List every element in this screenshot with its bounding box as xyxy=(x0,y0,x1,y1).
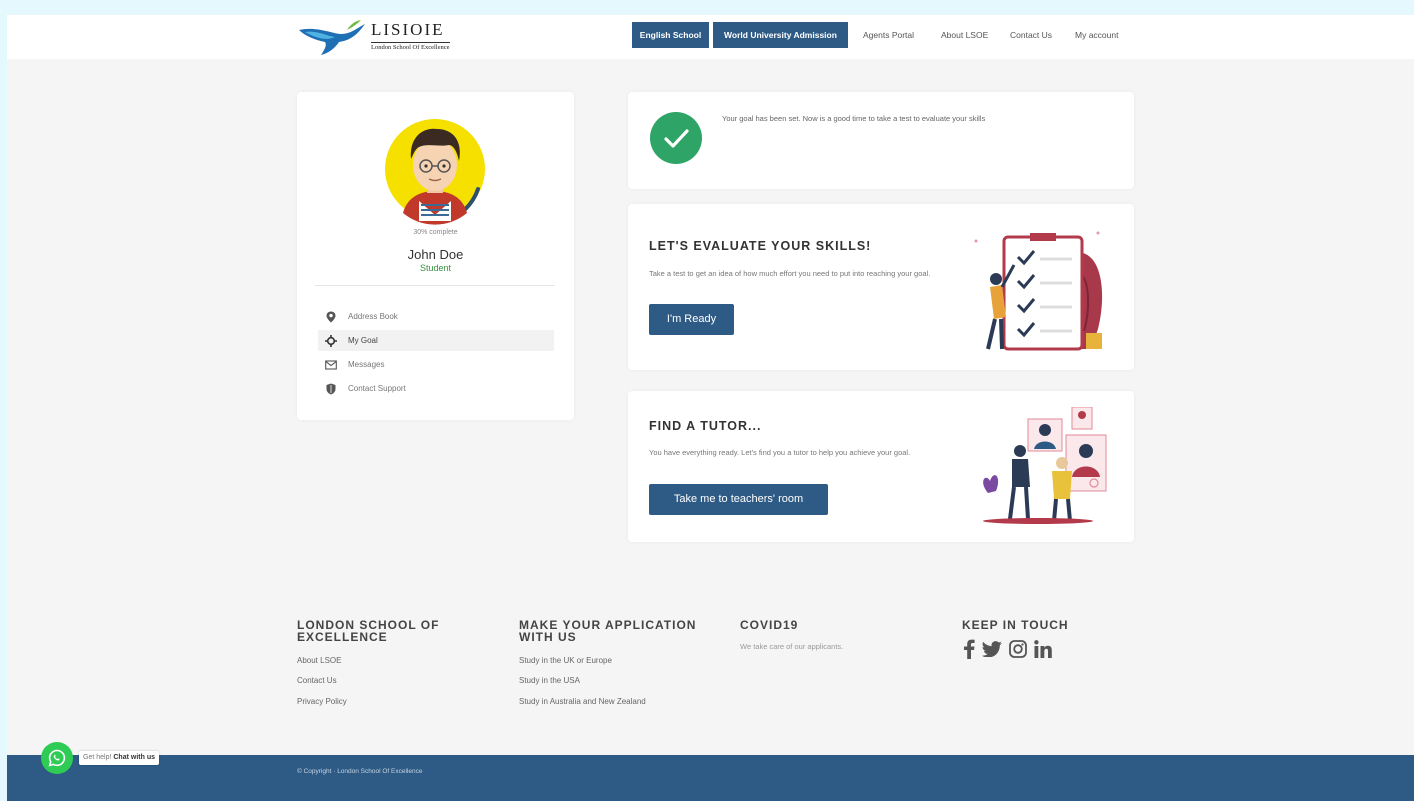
linkedin-icon[interactable] xyxy=(1034,640,1052,658)
footer-study-australia-link[interactable]: Study in Australia and New Zealand xyxy=(519,697,646,706)
footer-bottom-bar xyxy=(7,755,1414,801)
evaluate-title: LET'S EVALUATE YOUR SKILLS! xyxy=(649,239,872,253)
menu-item-my-goal[interactable]: My Goal xyxy=(318,330,554,351)
footer-covid-text: We take care of our applicants. xyxy=(740,642,844,651)
avatar-illustration xyxy=(385,119,485,225)
copyright-text: © Copyright · London School Of Excellenc… xyxy=(297,768,423,775)
footer-covid-heading: COVID19 xyxy=(740,618,799,632)
take-me-to-teachers-room-button[interactable]: Take me to teachers' room xyxy=(649,484,828,515)
menu-item-messages[interactable]: Messages xyxy=(318,354,554,375)
footer-keep-in-touch-heading: KEEP IN TOUCH xyxy=(962,618,1069,632)
menu-item-contact-support[interactable]: Contact Support xyxy=(318,378,554,399)
footer-contact-link[interactable]: Contact Us xyxy=(297,676,337,685)
top-navigation-bar: LISIOIE London School Of Excellence Engl… xyxy=(7,15,1414,59)
footer-study-uk-link[interactable]: Study in the UK or Europe xyxy=(519,656,612,665)
nav-english-school-button[interactable]: English School xyxy=(632,22,709,48)
instagram-icon[interactable] xyxy=(1009,640,1027,658)
profile-card: 30% complete John Doe Student Address Bo… xyxy=(297,92,574,420)
footer-school-heading: LONDON SCHOOL OF EXCELLENCE xyxy=(297,618,440,644)
tutor-illustration xyxy=(983,407,1107,524)
footer-about-link[interactable]: About LSOE xyxy=(297,656,341,665)
goal-status-message: Your goal has been set. Now is a good ti… xyxy=(722,114,986,123)
envelope-icon xyxy=(325,360,337,370)
evaluate-description: Take a test to get an idea of how much e… xyxy=(649,269,931,278)
chat-label[interactable]: Get help! Chat with us xyxy=(79,751,159,765)
profile-name: John Doe xyxy=(407,247,464,262)
page: LISIOIE London School Of Excellence Engl… xyxy=(7,15,1414,801)
shield-icon xyxy=(326,383,336,395)
nav-world-university-admission-button[interactable]: World University Admission xyxy=(713,22,848,48)
logo-title: LISIOIE xyxy=(371,20,445,39)
menu-item-address-book[interactable]: Address Book xyxy=(318,306,554,327)
checklist-illustration xyxy=(974,231,1103,351)
im-ready-button[interactable]: I'm Ready xyxy=(649,304,734,335)
chat-label-action: Chat with us xyxy=(113,754,155,761)
site-logo[interactable]: LISIOIE London School Of Excellence xyxy=(295,18,475,56)
logo-subtitle: London School Of Excellence xyxy=(371,42,450,51)
nav-agents-portal-link[interactable]: Agents Portal xyxy=(863,30,914,40)
tutor-description: You have everything ready. Let's find yo… xyxy=(649,448,911,457)
goal-status-card: Your goal has been set. Now is a good ti… xyxy=(628,92,1134,189)
whatsapp-icon[interactable] xyxy=(41,742,73,774)
chat-label-prefix: Get help! xyxy=(83,754,112,761)
map-marker-icon xyxy=(326,311,336,323)
evaluate-skills-card: LET'S EVALUATE YOUR SKILLS! Take a test … xyxy=(628,204,1134,370)
twitter-icon[interactable] xyxy=(982,641,1002,657)
bird-logo-icon xyxy=(299,20,365,55)
profile-divider xyxy=(315,285,555,286)
nav-contact-link[interactable]: Contact Us xyxy=(1010,30,1052,40)
find-tutor-card: FIND A TUTOR... You have everything read… xyxy=(628,391,1134,542)
avatar xyxy=(383,117,493,227)
footer-application-heading: MAKE YOUR APPLICATION WITH US xyxy=(519,618,697,644)
tutor-title: FIND A TUTOR... xyxy=(649,419,762,433)
menu-item-label: Address Book xyxy=(348,312,398,321)
profile-progress-label: 30% complete xyxy=(413,229,458,236)
menu-item-label: My Goal xyxy=(348,336,378,345)
footer-study-usa-link[interactable]: Study in the USA xyxy=(519,676,580,685)
check-circle-icon xyxy=(650,112,702,164)
footer-privacy-link[interactable]: Privacy Policy xyxy=(297,697,347,706)
nav-about-link[interactable]: About LSOE xyxy=(941,30,988,40)
menu-item-label: Messages xyxy=(348,360,385,369)
nav-my-account-link[interactable]: My account xyxy=(1075,30,1118,40)
crosshair-icon xyxy=(325,335,337,347)
profile-role: Student xyxy=(419,263,452,273)
menu-item-label: Contact Support xyxy=(348,384,406,393)
facebook-icon[interactable] xyxy=(962,639,976,659)
